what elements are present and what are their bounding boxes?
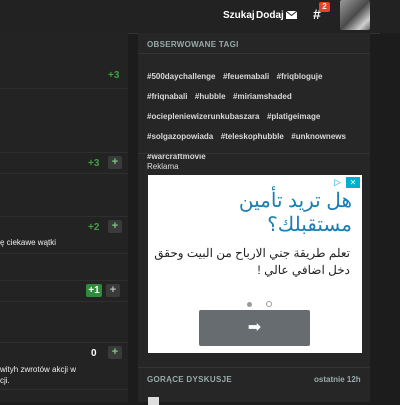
ad-close-icon[interactable]: ▷ [334,177,344,188]
tag-link[interactable]: #500daychallenge [147,71,215,82]
entry-snippet[interactable]: ę ciekawe wątki [0,238,56,247]
ad-label: Reklama [147,162,179,171]
list-item: +3 [0,64,128,89]
tag-link[interactable]: #feuemabali [223,71,269,82]
ad-choices-icon[interactable]: ✕ [346,177,360,188]
ad-headline: هل تريد تأمين مستقبلك؟ [238,190,352,236]
tag-link[interactable]: #friqnabali [147,91,187,102]
tag-link[interactable]: #hubble [195,91,226,102]
tag-link[interactable]: #solgazopowiada [147,131,213,142]
search-link[interactable]: Szukaj [223,10,255,21]
add-link[interactable]: Dodaj [256,10,284,21]
entry-snippet[interactable]: wityh zwrotów akcji w [0,365,76,374]
notification-badge: 2 [319,2,330,12]
upvote-button[interactable]: + [108,346,122,359]
tag-link[interactable]: #teleskophubble [221,131,284,142]
observed-tags-title: OBSERWOWANE TAGI [147,40,239,49]
ad-banner[interactable]: ▷ ✕ هل تريد تأمين مستقبلك؟ تعلم طريقة جن… [148,175,362,353]
carousel-dot-active[interactable] [247,302,252,307]
top-bar: Szukaj Dodaj # 2 [0,0,400,34]
carousel-dot[interactable] [266,301,273,307]
upvote-button[interactable]: + [108,220,122,233]
divider [138,53,370,54]
hot-discussions-title: GORĄCE DYSKUSJE [147,375,232,384]
list-item-icon [148,397,159,405]
vote-count: 0 [91,348,97,359]
hot-discussions-period: ostatnie 12h [314,375,361,384]
vote-count: +3 [88,158,100,169]
scrollbar[interactable] [380,33,400,402]
list-item: +2 + ę ciekawe wątki [0,216,128,254]
observed-tags-list: #500daychallenge #feuemabali #friqbloguj… [147,66,367,166]
list-item: +3 + [0,152,128,174]
vote-count: +2 [88,222,100,233]
divider [138,153,370,154]
entry-snippet[interactable]: cji. [0,376,10,385]
ad-body: تعلم طريقة جني الارباح من البيت وحقق دخل… [154,246,350,277]
divider [138,367,370,368]
vote-count-voted: +1 [86,284,102,297]
tag-link[interactable]: #unknownews [291,131,346,142]
vote-count: +3 [108,70,120,81]
ad-cta-button[interactable]: ➡ [199,310,310,346]
list-item: +1 + [0,280,128,302]
list-item: 0 + wityh zwrotów akcji w cji. [0,342,128,390]
upvote-button[interactable]: + [106,284,120,297]
avatar[interactable] [340,0,370,30]
tag-link[interactable]: #miriamshaded [233,91,292,102]
tag-link[interactable]: #friqbloguje [277,71,323,82]
tag-link[interactable]: #ociepleniewizerunkubaszara [147,111,260,122]
tag-link[interactable]: #platigeimage [267,111,320,122]
mail-icon[interactable] [286,11,297,19]
upvote-button[interactable]: + [108,156,122,169]
